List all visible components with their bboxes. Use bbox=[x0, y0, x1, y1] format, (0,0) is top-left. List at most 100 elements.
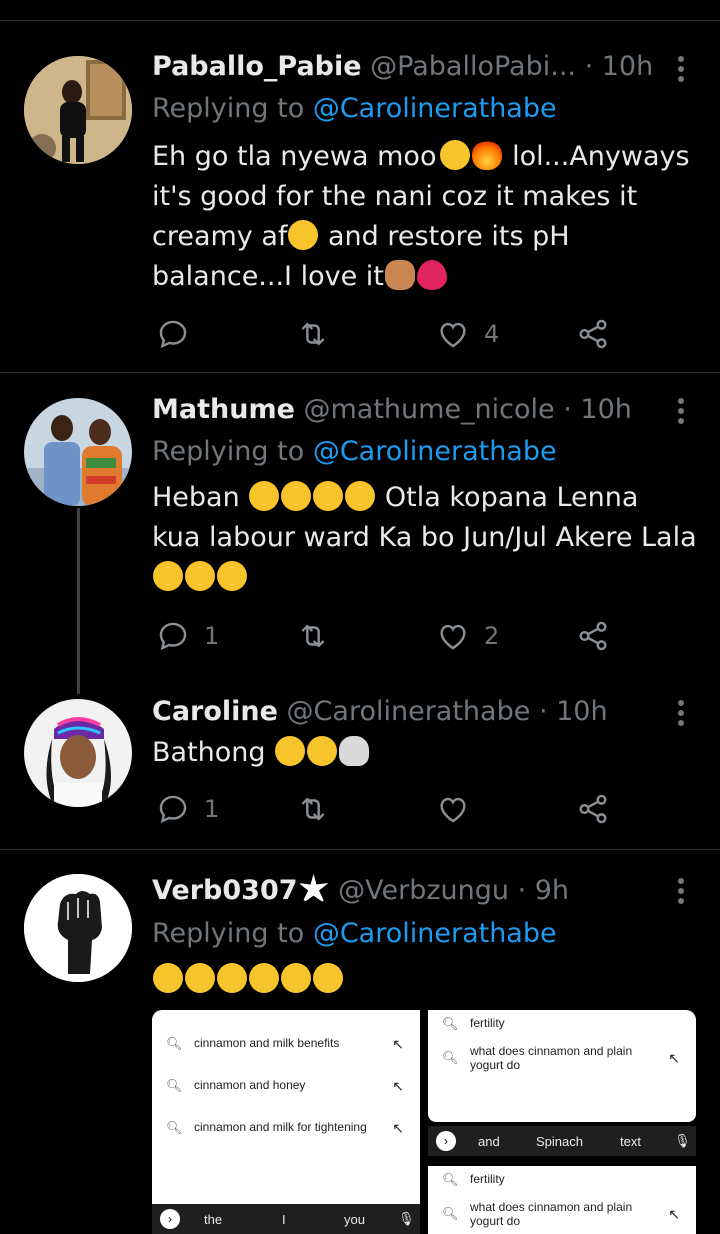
reply-icon bbox=[156, 792, 190, 826]
tweet-text: Heban Otla kopana Lenna kua labour ward … bbox=[152, 478, 700, 598]
handle[interactable]: @mathume_nicole bbox=[303, 394, 554, 425]
text-line: Heban bbox=[152, 482, 240, 513]
share-button[interactable] bbox=[576, 789, 610, 829]
like-button[interactable]: 2 bbox=[436, 616, 499, 656]
handle[interactable]: @PaballoPabi... bbox=[370, 51, 576, 82]
reply-count: 1 bbox=[204, 622, 220, 650]
retweet-icon bbox=[296, 317, 330, 351]
mic-icon: 🎙︎ bbox=[398, 1211, 415, 1226]
more-icon[interactable] bbox=[678, 56, 686, 86]
suggestion-text: fertility bbox=[470, 1172, 505, 1186]
reply-icon bbox=[156, 619, 190, 653]
raised-fist-avatar bbox=[24, 874, 132, 982]
attached-image[interactable]: 🔍︎ fertility 🔍︎ what does cinnamon and pla… bbox=[428, 1166, 696, 1234]
attached-image[interactable]: 🔍︎ fertility 🔍︎ what does cinnamon and pla… bbox=[428, 1010, 696, 1162]
tweet-3[interactable]: Caroline @Carolinerathabe · 10h Bathong … bbox=[0, 673, 720, 849]
share-button[interactable] bbox=[576, 314, 610, 354]
mention-link[interactable]: @Carolinerathabe bbox=[313, 918, 557, 949]
tweet-actions: 1 bbox=[152, 789, 622, 829]
replying-to: Replying to @Carolinerathabe bbox=[152, 917, 557, 951]
flushed-face-emoji bbox=[345, 481, 376, 511]
tweet-1[interactable]: Paballo_Pabie @PaballoPabi... · 10h Repl… bbox=[0, 0, 720, 372]
smiling-face-emoji bbox=[440, 140, 471, 170]
timestamp[interactable]: · 9h bbox=[518, 875, 569, 906]
timestamp[interactable]: · 10h bbox=[585, 51, 654, 82]
search-icon: 🔍︎ bbox=[166, 1036, 183, 1051]
tweet-4[interactable]: Verb0307 @Verbzungu · 9h Replying to @Ca… bbox=[0, 850, 720, 1234]
replying-label: Replying to bbox=[152, 436, 313, 467]
handle[interactable]: @Verbzungu bbox=[338, 875, 509, 906]
retweet-button[interactable] bbox=[296, 616, 344, 656]
display-name[interactable]: Caroline bbox=[152, 696, 278, 727]
tweet-2[interactable]: Mathume @mathume_nicole · 10h Replying t… bbox=[0, 373, 720, 673]
loudly-crying-emoji bbox=[275, 736, 306, 766]
like-button[interactable]: 4 bbox=[436, 314, 499, 354]
joy-emoji bbox=[217, 561, 247, 591]
text-line: balance...I love it bbox=[152, 261, 384, 292]
keyboard-word: Spinach bbox=[536, 1134, 583, 1149]
text-line: it's good for the nani coz it makes it bbox=[152, 181, 638, 212]
handle[interactable]: @Carolinerathabe bbox=[287, 696, 531, 727]
text-line: kua labour ward Ka bo Jun/Jul Akere Lala bbox=[152, 522, 697, 553]
share-icon bbox=[576, 619, 610, 653]
reply-button[interactable]: 1 bbox=[156, 616, 219, 656]
tweet-text: Eh go tla nyewa moo lol...Anyways it's g… bbox=[152, 137, 700, 297]
retweet-button[interactable] bbox=[296, 314, 344, 354]
timestamp[interactable]: · 10h bbox=[539, 696, 608, 727]
more-icon[interactable] bbox=[678, 398, 686, 428]
tweet-actions: 1 2 bbox=[152, 616, 622, 656]
like-button[interactable] bbox=[436, 789, 484, 829]
chevron-right-icon: › bbox=[436, 1131, 456, 1151]
attached-image[interactable]: 🔍︎ cinnamon and milk benefits ↖ 🔍︎ cinnamon… bbox=[152, 1010, 420, 1234]
keyboard-word: and bbox=[478, 1134, 500, 1149]
search-icon: 🔍︎ bbox=[442, 1206, 459, 1221]
thinking-emoji-row bbox=[152, 960, 700, 1000]
text-line: and restore its pH bbox=[328, 221, 570, 252]
flushed-face-emoji bbox=[249, 481, 280, 511]
suggestion-line: what does cinnamon and plain bbox=[470, 1044, 633, 1058]
display-name[interactable]: Paballo_Pabie bbox=[152, 51, 362, 82]
avatar[interactable] bbox=[24, 699, 132, 807]
share-icon bbox=[576, 317, 610, 351]
share-button[interactable] bbox=[576, 616, 610, 656]
reply-button[interactable] bbox=[156, 314, 204, 354]
text-line: lol...Anyways bbox=[512, 141, 690, 172]
mention-link[interactable]: @Carolinerathabe bbox=[313, 93, 557, 124]
retweet-icon bbox=[296, 619, 330, 653]
loudly-crying-emoji bbox=[307, 736, 338, 766]
avatar-photo bbox=[24, 699, 132, 807]
tweet-header: Caroline @Carolinerathabe · 10h bbox=[152, 695, 660, 729]
display-name[interactable]: Verb0307 bbox=[152, 875, 298, 906]
keyboard-suggestion-bar: › the I you 🎙︎ bbox=[152, 1204, 420, 1234]
tweet-header: Mathume @mathume_nicole · 10h bbox=[152, 393, 660, 427]
suggestion-text: cinnamon and honey bbox=[194, 1078, 306, 1092]
retweet-button[interactable] bbox=[296, 789, 344, 829]
flushed-face-emoji bbox=[313, 481, 344, 511]
tweet-text bbox=[152, 960, 700, 1000]
suggestion-panel: 🔍︎ fertility 🔍︎ what does cinnamon and pla… bbox=[428, 1010, 696, 1122]
thinking-emoji bbox=[217, 963, 247, 993]
avatar[interactable] bbox=[24, 56, 132, 164]
arrow-icon: ↖ bbox=[392, 1078, 404, 1094]
search-icon: 🔍︎ bbox=[442, 1016, 459, 1031]
more-icon[interactable] bbox=[678, 878, 686, 908]
text-line: creamy af bbox=[152, 221, 288, 252]
text-line: Eh go tla nyewa moo bbox=[152, 141, 437, 172]
avatar-photo bbox=[24, 398, 132, 506]
display-name[interactable]: Mathume bbox=[152, 394, 295, 425]
avatar[interactable] bbox=[24, 874, 132, 982]
mention-link[interactable]: @Carolinerathabe bbox=[313, 436, 557, 467]
keyboard-word: I bbox=[282, 1212, 286, 1227]
like-count: 2 bbox=[484, 622, 500, 650]
thinking-emoji bbox=[185, 963, 215, 993]
thinking-emoji bbox=[313, 963, 343, 993]
reply-button[interactable]: 1 bbox=[156, 789, 219, 829]
suggestion-line: yogurt do bbox=[470, 1058, 521, 1072]
more-icon[interactable] bbox=[678, 700, 686, 730]
suggestion-text: fertility bbox=[470, 1016, 505, 1030]
share-icon bbox=[576, 792, 610, 826]
like-count: 4 bbox=[484, 320, 500, 348]
avatar[interactable] bbox=[24, 398, 132, 506]
tweet-text: Bathong bbox=[152, 733, 700, 773]
timestamp[interactable]: · 10h bbox=[563, 394, 632, 425]
